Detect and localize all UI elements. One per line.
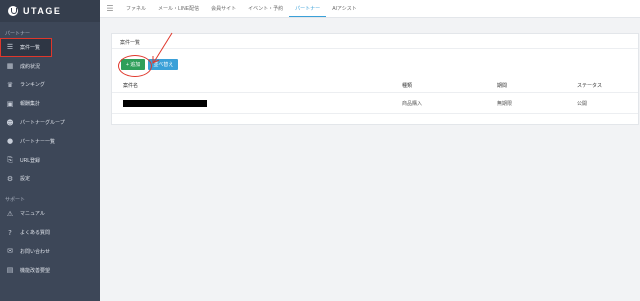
cell-period: 無期限 [497,101,513,107]
group-icon: ☻ [6,118,14,127]
chart-icon: ▦ [6,62,14,71]
sidebar-item-ranking[interactable]: ♛ ランキング [0,76,100,95]
sidebar-item-reward-summary[interactable]: ▣ 報酬集計 [0,94,100,113]
sidebar-item-feature-request[interactable]: ▤ 機能改善要望 [0,261,100,280]
table-header: 案件名 種類 期間 ステータス [112,79,638,93]
sidebar-item-label: ランキング [20,82,45,89]
user-icon: ● [6,137,14,146]
column-header-period: 期間 [497,83,508,89]
tab-ai-assist[interactable]: AIアシスト [326,0,363,17]
sidebar-item-label: 案件一覧 [20,44,41,51]
card-title: 案件一覧 [112,34,638,49]
sidebar-item-label: 設定 [20,176,31,183]
logo-icon [8,6,18,16]
tab-partner[interactable]: パートナー [289,0,327,17]
link-icon: ⎘ [7,155,13,164]
sidebar-item-contract-status[interactable]: ▦ 成約状況 [0,57,100,76]
app-logo[interactable]: UTAGE [0,0,100,22]
sidebar-item-label: パートナーグループ [20,120,65,127]
sidebar-item-url-register[interactable]: ⎘ URL登録 [0,151,100,170]
tab-member-site[interactable]: 会員サイト [205,0,242,17]
sidebar-item-settings[interactable]: ⚙ 設定 [0,170,100,189]
annotation-arrow-icon [152,32,173,64]
sidebar-item-label: マニュアル [20,211,45,218]
sidebar-item-contact[interactable]: ✉ お問い合わせ [0,242,100,261]
logo-text: UTAGE [23,6,62,16]
sidebar-item-manual[interactable]: ⚠ マニュアル [0,204,100,223]
case-list-card: 案件一覧 + 追加 並べ替え 案件名 種類 期間 ステータス 商品購入 無期限 … [111,33,639,125]
sidebar-item-label: よくある質問 [20,230,51,237]
sidebar: UTAGE パートナー ☰ 案件一覧 ▦ 成約状況 ♛ ランキング ▣ 報酬集計… [0,0,100,301]
sidebar-item-label: URL登録 [20,157,41,164]
tab-mail-line[interactable]: メール・LINE配信 [152,0,205,17]
gear-icon: ⚙ [6,174,14,183]
sidebar-item-faq[interactable]: ? よくある質問 [0,223,100,242]
question-icon: ? [8,228,12,237]
sidebar-item-label: お問い合わせ [20,248,51,255]
cell-status: 公開 [577,101,588,107]
top-nav: ☰ ファネル メール・LINE配信 会員サイト イベント・予約 パートナー AI… [100,0,640,18]
annotation-circle [118,55,152,77]
list-icon: ☰ [6,43,14,52]
tab-funnel[interactable]: ファネル [120,0,152,17]
manual-icon: ⚠ [6,209,14,218]
wallet-icon: ▣ [6,99,14,108]
cell-type: 商品購入 [402,101,423,107]
sidebar-item-partner-list[interactable]: ● パートナー一覧 [0,132,100,151]
sidebar-item-label: パートナー一覧 [20,138,56,145]
sidebar-section-support: サポート [5,197,26,204]
mail-icon: ✉ [7,247,13,256]
column-header-status: ステータス [577,83,603,89]
crown-icon: ♛ [6,80,14,89]
sidebar-item-case-list[interactable]: ☰ 案件一覧 [0,38,52,57]
redacted-case-name [123,100,207,107]
tab-event-booking[interactable]: イベント・予約 [242,0,289,17]
column-header-name: 案件名 [123,83,139,89]
hamburger-menu-icon[interactable]: ☰ [100,4,120,13]
sidebar-item-label: 成約状況 [20,63,41,70]
sidebar-section-partner: パートナー [5,31,31,37]
sidebar-item-label: 報酬集計 [20,101,41,108]
sidebar-item-partner-group[interactable]: ☻ パートナーグループ [0,113,100,132]
sidebar-item-label: 機能改善要望 [20,267,51,274]
note-icon: ▤ [6,266,14,275]
column-header-type: 種類 [402,83,413,89]
table-row[interactable]: 商品購入 無期限 公開 [112,93,638,114]
